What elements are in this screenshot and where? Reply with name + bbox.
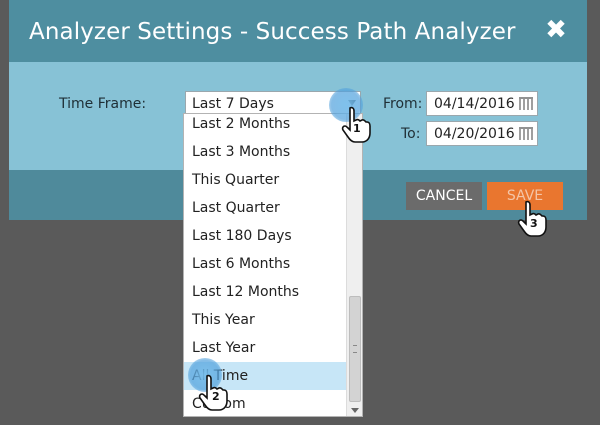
option-last-6-months[interactable]: Last 6 Months xyxy=(184,250,346,278)
time-frame-value: Last 7 Days xyxy=(192,96,274,112)
to-label: To: xyxy=(401,126,421,142)
option-this-year[interactable]: This Year xyxy=(184,306,346,334)
step-2-number: 2 xyxy=(212,390,220,403)
from-date-field[interactable]: 04/14/2016 xyxy=(426,91,538,116)
to-date-field[interactable]: 04/20/2016 xyxy=(426,121,538,146)
scrollbar-thumb[interactable] xyxy=(349,296,361,402)
step-3-number: 3 xyxy=(530,217,538,230)
close-icon[interactable]: ✖ xyxy=(543,17,569,43)
cancel-button[interactable]: CANCEL xyxy=(406,182,482,210)
to-date-value: 04/20/2016 xyxy=(434,126,515,142)
option-last-180-days[interactable]: Last 180 Days xyxy=(184,222,346,250)
option-this-quarter[interactable]: This Quarter xyxy=(184,166,346,194)
dialog-header: Analyzer Settings - Success Path Analyze… xyxy=(9,0,587,62)
from-date-value: 04/14/2016 xyxy=(434,96,515,112)
scroll-down-arrow-icon[interactable] xyxy=(351,408,359,413)
from-label: From: xyxy=(383,96,423,112)
scrollbar-grip-icon xyxy=(353,345,357,353)
time-frame-label: Time Frame: xyxy=(59,96,147,112)
option-last-3-months[interactable]: Last 3 Months xyxy=(184,138,346,166)
dropdown-scrollbar[interactable] xyxy=(346,114,362,416)
dialog-title: Analyzer Settings - Success Path Analyze… xyxy=(29,19,516,45)
calendar-icon[interactable] xyxy=(519,97,533,110)
option-last-12-months[interactable]: Last 12 Months xyxy=(184,278,346,306)
step-1-number: 1 xyxy=(353,122,361,135)
option-last-quarter[interactable]: Last Quarter xyxy=(184,194,346,222)
option-last-2-months[interactable]: Last 2 Months xyxy=(184,114,346,138)
calendar-icon[interactable] xyxy=(519,127,533,140)
